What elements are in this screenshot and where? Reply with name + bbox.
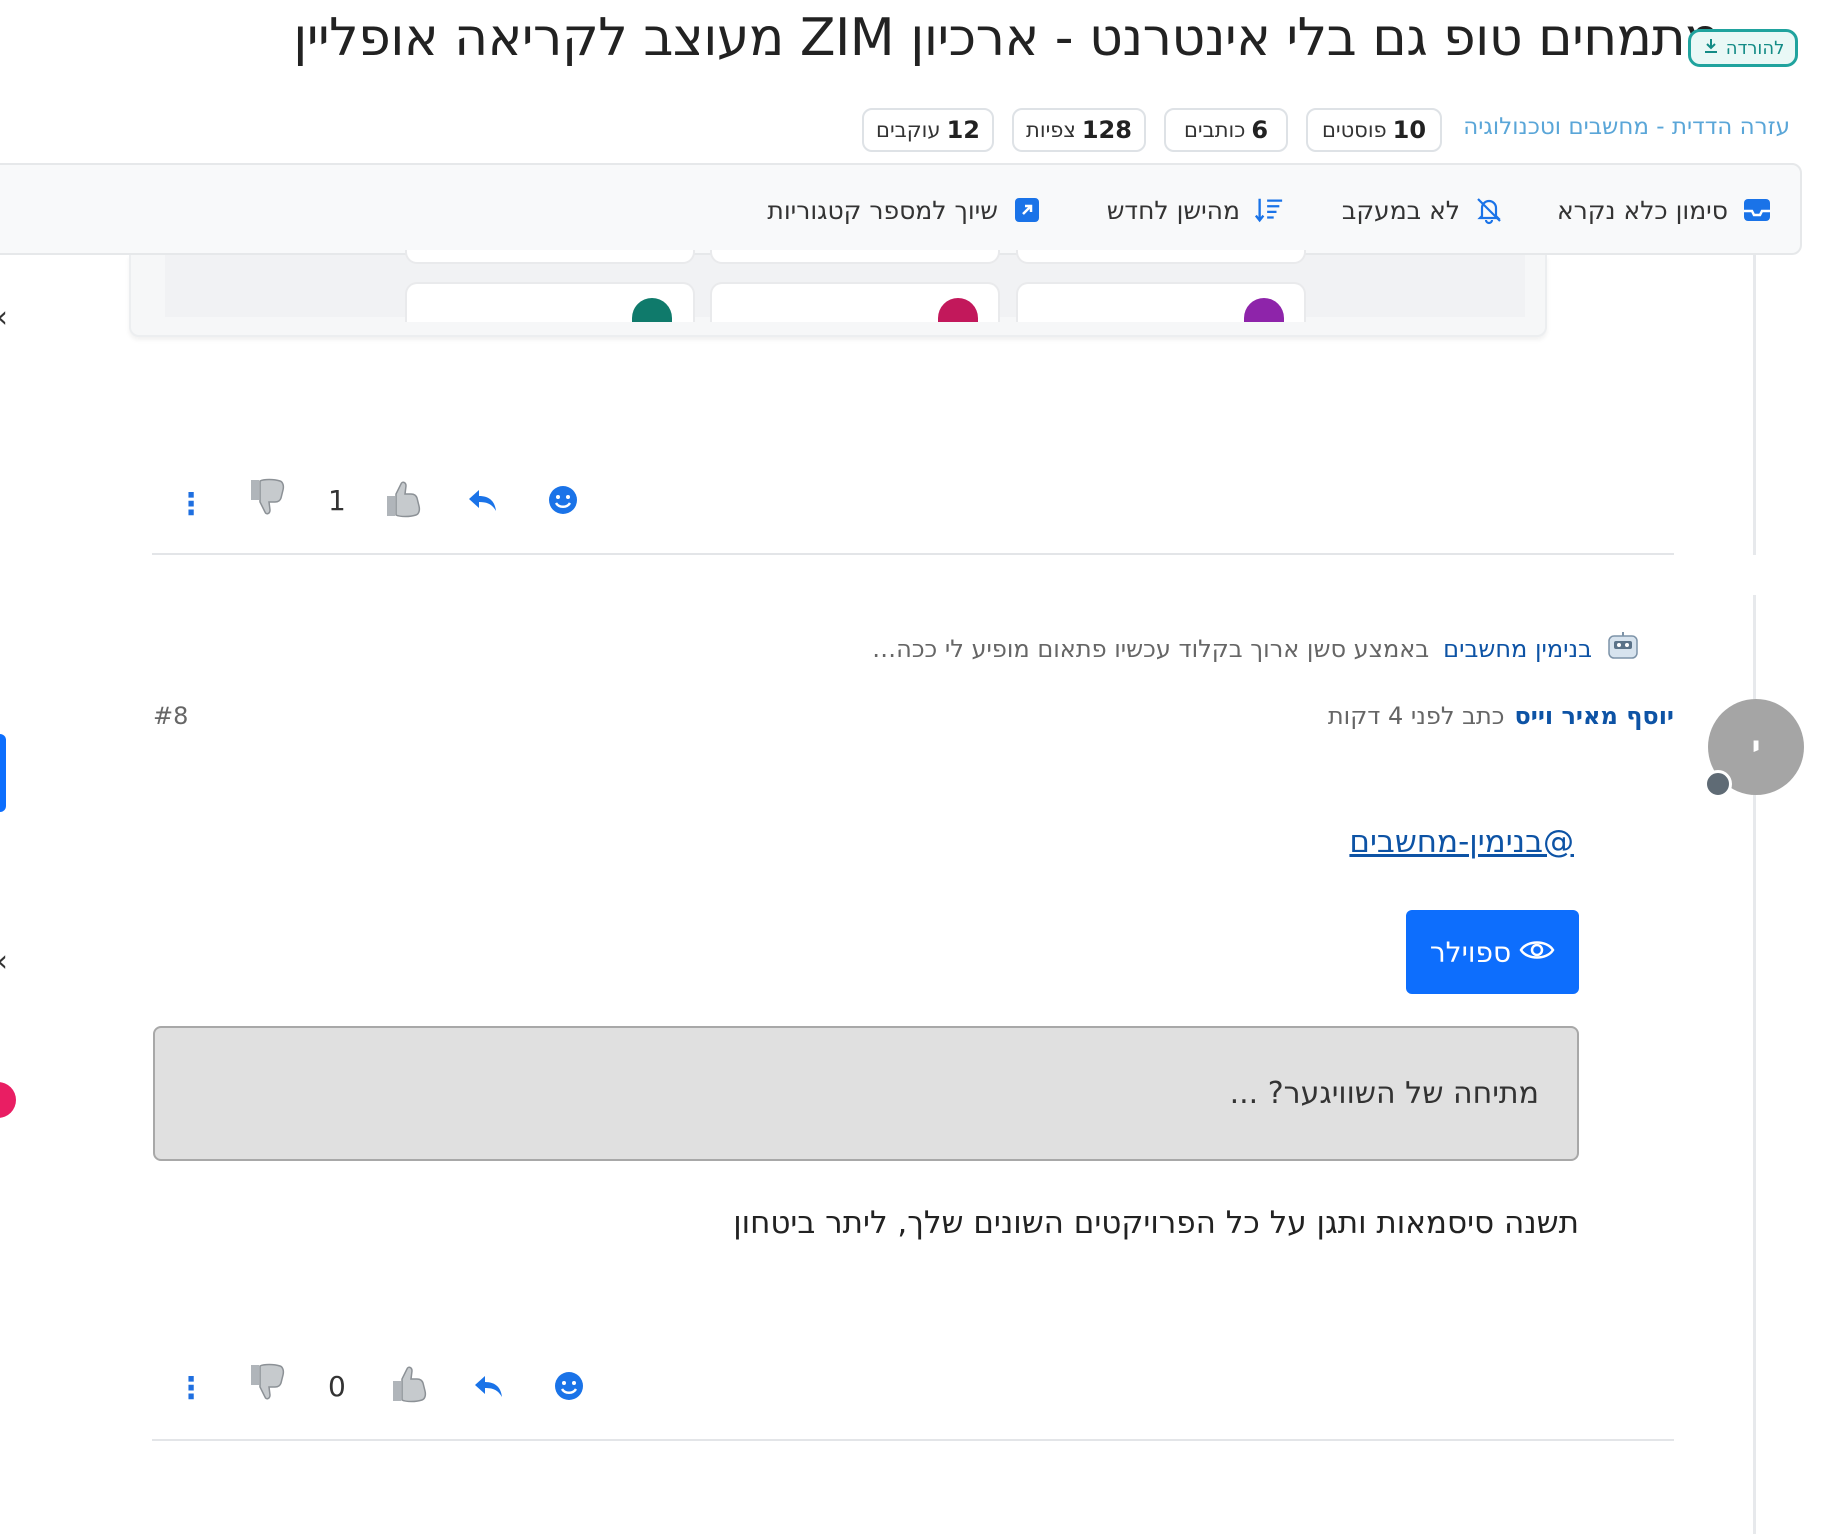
post-menu-icon[interactable]: ⋮ (176, 1368, 206, 1408)
sort-button[interactable]: מהישן לחדש (1107, 188, 1284, 232)
preview-card[interactable] (710, 250, 1000, 264)
downvote-icon[interactable] (244, 475, 288, 521)
reply-to-excerpt: באמצע סשן ארוך בקלוד עכשיו פתאום מופיע ל… (872, 635, 1430, 663)
eye-icon (1519, 936, 1555, 969)
post-menu-icon[interactable]: ⋮ (176, 484, 206, 524)
reply-to-user[interactable]: בנימין מחשבים (1443, 635, 1592, 663)
post-index[interactable]: #8 (153, 702, 188, 730)
downvote-icon[interactable] (244, 1360, 288, 1406)
post-header: יוסף מאיר וייס כתב לפני 4 דקות (1328, 702, 1674, 730)
assign-categories-label: שיוך למספר קטגוריות (767, 195, 998, 225)
robot-avatar-icon (1606, 630, 1640, 668)
upvote-icon[interactable] (386, 1360, 430, 1406)
download-icon (1702, 37, 1720, 60)
timeline-line (1753, 255, 1756, 555)
stat-followers-value: 12 (946, 116, 980, 144)
reply-to-line[interactable]: בנימין מחשבים באמצע סשן ארוך בקלוד עכשיו… (872, 630, 1640, 668)
stat-views: 128 צפיות (1012, 108, 1146, 152)
external-link-icon (1012, 195, 1042, 225)
post-divider (152, 553, 1674, 555)
vote-count: 1 (328, 484, 346, 517)
chevron-down-icon[interactable]: ‹ (0, 944, 8, 979)
side-button[interactable] (0, 734, 6, 812)
post-time[interactable]: כתב לפני 4 דקות (1328, 702, 1505, 730)
sort-label: מהישן לחדש (1106, 195, 1240, 225)
mark-unread-button[interactable]: סימון כלא נקרא (1557, 188, 1772, 232)
preview-card[interactable] (1016, 250, 1306, 264)
tracking-label: לא במעקב (1341, 195, 1460, 225)
stat-writers-label: כותבים (1183, 118, 1246, 142)
stat-writers-value: 6 (1251, 116, 1269, 144)
upvote-icon[interactable] (380, 475, 424, 521)
avatar[interactable] (0, 1082, 16, 1118)
stat-views-value: 128 (1081, 116, 1132, 144)
post-body: תשנה סיסמאות ותגן על כל הפרויקטים השונים… (733, 1205, 1579, 1241)
stat-views-label: צפיות (1026, 118, 1076, 142)
spoiler-button[interactable]: ספוילר (1406, 910, 1579, 994)
page-title: מתמחים טופ גם בלי אינטרנט - ארכיון ZIM מ… (293, 8, 1720, 68)
mark-unread-label: סימון כלא נקרא (1556, 195, 1728, 225)
post-divider (152, 1439, 1674, 1441)
assign-categories-button[interactable]: שיוך למספר קטגוריות (767, 188, 1042, 232)
spoiler-content: מתיחה של השוויגער? ... (153, 1026, 1579, 1161)
chevron-up-icon[interactable]: ‹ (0, 300, 8, 335)
stat-posts-value: 10 (1392, 116, 1427, 144)
emoji-reaction-icon[interactable] (553, 1370, 585, 1402)
stat-followers-label: עוקבים (876, 118, 941, 142)
sort-icon (1254, 195, 1284, 225)
stat-followers: 12 עוקבים (862, 108, 994, 152)
user-mention-link[interactable]: @בנימין-מחשבים (1349, 824, 1574, 860)
reply-icon[interactable] (466, 484, 500, 518)
download-badge[interactable]: להורדה (1688, 29, 1798, 67)
status-indicator (1704, 770, 1732, 798)
emoji-reaction-icon[interactable] (547, 484, 579, 516)
vote-count: 0 (328, 1370, 346, 1403)
reply-icon[interactable] (472, 1370, 506, 1404)
stat-posts: 10 פוסטים (1306, 108, 1442, 152)
spoiler-label: ספוילר (1429, 935, 1512, 969)
download-badge-label: להורדה (1725, 37, 1785, 59)
tracking-button[interactable]: לא במעקב (1342, 188, 1504, 232)
breadcrumb-category[interactable]: עזרה הדדית - מחשבים וטכנולוגיה (1463, 114, 1790, 140)
stat-posts-label: פוסטים (1321, 118, 1387, 142)
inbox-icon (1742, 195, 1772, 225)
author-name[interactable]: יוסף מאיר וייס (1514, 702, 1674, 730)
bell-slash-icon (1474, 195, 1504, 225)
stat-writers: 6 כותבים (1164, 108, 1288, 152)
preview-card[interactable] (405, 250, 695, 264)
